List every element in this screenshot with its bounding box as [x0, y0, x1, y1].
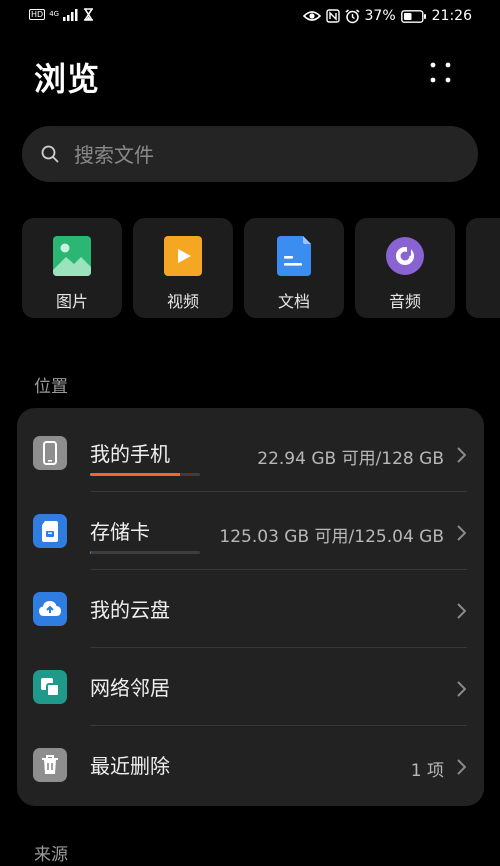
- signal-icon: [63, 8, 78, 21]
- status-bar: HD 4G 37% 21:26: [0, 0, 500, 36]
- category-videos[interactable]: 视频: [133, 218, 233, 318]
- location-name: 最近删除: [90, 754, 170, 778]
- category-more[interactable]: [466, 218, 500, 318]
- alarm-icon: [345, 8, 359, 23]
- storage-usage-bar: [90, 551, 200, 554]
- nfc-icon: [325, 9, 340, 23]
- phone-icon: [33, 436, 67, 470]
- clock: 21:26: [431, 8, 472, 24]
- category-audio[interactable]: 音频: [355, 218, 455, 318]
- more-options-button[interactable]: [428, 60, 456, 88]
- location-name: 我的手机: [90, 442, 170, 466]
- storage-usage-bar: [90, 473, 200, 476]
- category-documents[interactable]: 文档: [244, 218, 344, 318]
- trash-icon: [33, 748, 67, 782]
- network-neighbor-icon: [33, 670, 67, 704]
- chevron-right-icon: [457, 681, 466, 697]
- deleted-count: 1 项: [410, 761, 444, 781]
- hourglass-icon: [84, 8, 94, 21]
- image-icon: [53, 236, 91, 276]
- more-dots-icon: [430, 62, 451, 83]
- category-label: 音频: [388, 292, 421, 311]
- document-icon: [277, 236, 311, 276]
- sd-card-icon: [33, 514, 67, 548]
- location-sd-card[interactable]: 存储卡 125.03 GB 可用/125.04 GB: [17, 492, 484, 570]
- eye-icon: [302, 11, 321, 21]
- battery-icon: [400, 9, 426, 23]
- storage-value: 125.03 GB 可用/125.04 GB: [219, 527, 444, 547]
- page-title: 浏览: [34, 60, 101, 98]
- locations-card: 我的手机 22.94 GB 可用/128 GB 存储卡 125.03 GB 可用…: [17, 408, 484, 806]
- search-icon: [41, 145, 59, 163]
- cloud-drive-icon: [33, 592, 67, 626]
- chevron-right-icon: [457, 759, 466, 775]
- status-right: 37% 21:26: [302, 8, 472, 24]
- sources-heading: 来源: [34, 845, 68, 865]
- category-label: 文档: [277, 292, 310, 311]
- location-cloud-drive[interactable]: 我的云盘: [17, 570, 484, 648]
- storage-usage-fill: [90, 473, 181, 476]
- network-type: 4G: [49, 10, 60, 18]
- location-name: 我的云盘: [90, 598, 170, 622]
- category-images[interactable]: 图片: [22, 218, 122, 318]
- chevron-right-icon: [457, 447, 466, 463]
- storage-usage-fill: [90, 551, 92, 554]
- storage-value: 22.94 GB 可用/128 GB: [257, 449, 444, 469]
- audio-icon: [386, 237, 424, 275]
- location-name: 存储卡: [90, 520, 150, 544]
- search-input[interactable]: [72, 137, 456, 173]
- location-network-neighbor[interactable]: 网络邻居: [17, 648, 484, 726]
- battery-percent: 37%: [364, 8, 396, 24]
- chevron-right-icon: [457, 603, 466, 619]
- locations-heading: 位置: [34, 377, 68, 397]
- video-icon: [164, 236, 202, 276]
- category-label: 图片: [55, 292, 88, 311]
- location-recently-deleted[interactable]: 最近删除 1 项: [17, 726, 484, 804]
- status-left: HD 4G: [29, 8, 94, 21]
- category-label: 视频: [166, 292, 199, 311]
- location-name: 网络邻居: [90, 676, 170, 700]
- hd-badge: HD: [29, 9, 46, 20]
- chevron-right-icon: [457, 525, 466, 541]
- location-my-phone[interactable]: 我的手机 22.94 GB 可用/128 GB: [17, 414, 484, 492]
- category-grid: 图片 视频 文档 音频: [22, 218, 500, 318]
- search-bar[interactable]: [22, 126, 478, 182]
